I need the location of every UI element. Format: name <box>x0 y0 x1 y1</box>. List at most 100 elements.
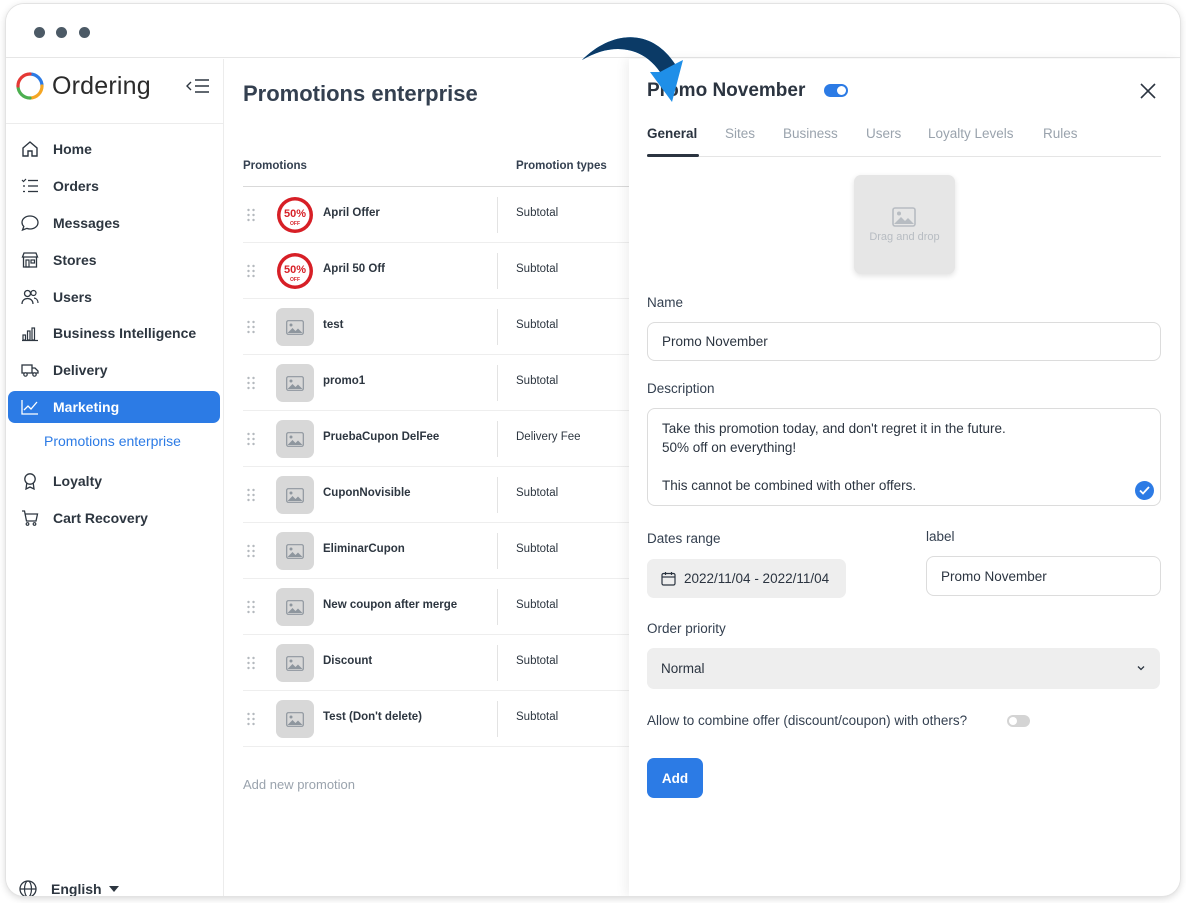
promotion-name: April 50 Off <box>323 263 385 275</box>
chat-icon <box>20 213 40 233</box>
close-panel-button[interactable] <box>1138 81 1158 101</box>
sidebar-item-label: Stores <box>53 252 97 268</box>
sidebar-item-messages[interactable]: Messages <box>8 207 220 239</box>
drag-handle-icon[interactable] <box>246 264 256 278</box>
users-icon <box>20 287 40 307</box>
table-row[interactable]: New coupon after merge Subtotal <box>243 579 629 635</box>
add-button[interactable]: Add <box>647 758 703 798</box>
sidebar-item-loyalty[interactable]: Loyalty <box>8 465 220 497</box>
order-priority-select[interactable]: Normal <box>647 648 1160 689</box>
promotion-image-placeholder <box>276 420 314 458</box>
description-field[interactable]: Take this promotion today, and don't reg… <box>647 408 1161 506</box>
sidebar-item-label: Loyalty <box>53 473 103 489</box>
promotion-name: CuponNovisible <box>323 487 411 499</box>
promotion-name: promo1 <box>323 375 366 387</box>
sidebar-item-label: Marketing <box>53 399 120 415</box>
image-icon <box>286 599 304 615</box>
drag-handle-icon[interactable] <box>246 656 256 670</box>
badge-text: 50% <box>284 264 306 276</box>
list-icon <box>20 176 40 196</box>
sidebar-subitem-promotions-enterprise[interactable]: Promotions enterprise <box>44 433 181 449</box>
drag-handle-icon[interactable] <box>246 712 256 726</box>
promotion-name: Test (Don't delete) <box>323 711 422 723</box>
table-row[interactable]: promo1 Subtotal <box>243 355 629 411</box>
drag-handle-icon[interactable] <box>246 320 256 334</box>
sidebar-item-cart-recovery[interactable]: Cart Recovery <box>8 502 220 534</box>
drag-handle-icon[interactable] <box>246 544 256 558</box>
cell-divider <box>497 477 498 513</box>
promotion-image-placeholder <box>276 476 314 514</box>
collapse-sidebar-button[interactable] <box>186 77 210 95</box>
promotion-enabled-toggle[interactable] <box>824 84 848 97</box>
cart-icon <box>20 508 40 528</box>
promotion-type: Subtotal <box>516 375 559 387</box>
tutorial-arrow-icon <box>582 37 683 103</box>
language-selector[interactable]: English <box>18 879 120 896</box>
sidebar-item-label: Messages <box>53 215 120 231</box>
sidebar-item-business-intelligence[interactable]: Business Intelligence <box>8 317 220 349</box>
promotion-type: Subtotal <box>516 263 559 275</box>
store-icon <box>20 250 40 270</box>
name-field-value: Promo November <box>662 334 768 349</box>
image-icon <box>892 207 916 227</box>
promotion-badge-image: 50% OFF <box>276 196 314 234</box>
tab-loyalty-levels[interactable]: Loyalty Levels <box>928 126 1014 141</box>
image-icon <box>286 543 304 559</box>
table-row[interactable]: EliminarCupon Subtotal <box>243 523 629 579</box>
drag-handle-icon[interactable] <box>246 488 256 502</box>
table-row[interactable]: test Subtotal <box>243 299 629 355</box>
combine-offer-toggle[interactable] <box>1007 715 1030 727</box>
drag-handle-icon[interactable] <box>246 208 256 222</box>
label-field-label: label <box>926 529 955 544</box>
sidebar-item-users[interactable]: Users <box>8 281 220 313</box>
drag-handle-icon[interactable] <box>246 376 256 390</box>
cell-divider <box>497 533 498 569</box>
promotion-name: New coupon after merge <box>323 599 458 611</box>
sidebar-divider <box>6 123 224 124</box>
logo: Ordering <box>16 69 151 103</box>
sidebar-item-label: Users <box>53 289 92 305</box>
sidebar: Ordering Home Orders Messages Stores Use… <box>6 59 224 896</box>
table-row[interactable]: 50% OFF April 50 Off Subtotal <box>243 243 629 299</box>
language-label: English <box>51 881 102 896</box>
sidebar-item-marketing[interactable]: Marketing <box>8 391 220 423</box>
globe-icon <box>19 880 37 896</box>
tab-users[interactable]: Users <box>866 126 901 141</box>
page-title: Promotions enterprise <box>243 81 478 106</box>
drag-handle-icon[interactable] <box>246 432 256 446</box>
description-line: Take this promotion today, and don't reg… <box>662 421 1006 436</box>
name-label: Name <box>647 295 684 310</box>
window-dot <box>79 27 90 38</box>
window-dot <box>56 27 67 38</box>
award-icon <box>20 471 40 491</box>
name-field[interactable]: Promo November <box>647 322 1161 361</box>
home-icon <box>20 139 40 159</box>
sidebar-item-orders[interactable]: Orders <box>8 170 220 202</box>
promotion-name: Discount <box>323 655 373 667</box>
label-field[interactable]: Promo November <box>926 556 1161 596</box>
description-line: 50% off on everything! <box>662 440 797 455</box>
ordering-logo-icon <box>16 72 44 100</box>
cell-divider <box>497 421 498 457</box>
table-row[interactable]: Test (Don't delete) Subtotal <box>243 691 629 747</box>
bar-chart-icon <box>20 323 40 343</box>
sidebar-item-stores[interactable]: Stores <box>8 244 220 276</box>
table-row[interactable]: Discount Subtotal <box>243 635 629 691</box>
drag-handle-icon[interactable] <box>246 600 256 614</box>
table-row[interactable]: CuponNovisible Subtotal <box>243 467 629 523</box>
sidebar-item-home[interactable]: Home <box>8 133 220 165</box>
tab-business[interactable]: Business <box>783 126 838 141</box>
dates-range-label: Dates range <box>647 531 721 546</box>
add-new-promotion-link[interactable]: Add new promotion <box>243 777 355 792</box>
dates-range-value: 2022/11/04 - 2022/11/04 <box>684 571 830 586</box>
dates-range-picker[interactable]: 2022/11/04 - 2022/11/04 <box>647 559 846 598</box>
combine-offer-label: Allow to combine offer (discount/coupon)… <box>647 713 968 728</box>
badge-text: 50% <box>284 208 306 220</box>
image-dropzone[interactable]: Drag and drop <box>854 175 955 274</box>
tab-sites[interactable]: Sites <box>725 126 755 141</box>
tab-rules[interactable]: Rules <box>1043 126 1078 141</box>
table-row[interactable]: PruebaCupon DelFee Delivery Fee <box>243 411 629 467</box>
sidebar-item-delivery[interactable]: Delivery <box>8 354 220 386</box>
badge-subtext: OFF <box>290 221 300 227</box>
table-row[interactable]: 50% OFF April Offer Subtotal <box>243 187 629 243</box>
